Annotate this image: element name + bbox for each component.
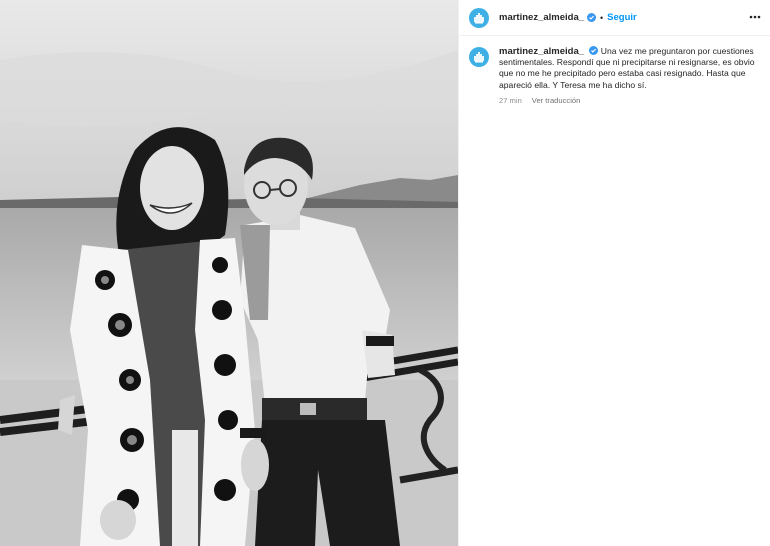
author-username[interactable]: martinez_almeida_ bbox=[499, 12, 584, 23]
couple-photo bbox=[0, 0, 458, 546]
verified-badge-icon bbox=[589, 46, 599, 55]
city-emblem-icon bbox=[474, 52, 484, 63]
post-header: martinez_almeida_ • Seguir bbox=[459, 0, 770, 36]
verified-badge-icon bbox=[587, 13, 597, 22]
caption-author-avatar[interactable] bbox=[469, 47, 489, 67]
more-options-icon[interactable] bbox=[749, 12, 761, 22]
post-timestamp: 27 min bbox=[499, 95, 522, 105]
header-separator: • bbox=[600, 12, 604, 23]
post-details-panel: martinez_almeida_ • Seguir martinez_alme… bbox=[458, 0, 770, 546]
caption-username[interactable]: martinez_almeida_ bbox=[499, 46, 584, 57]
post-photo[interactable] bbox=[0, 0, 458, 546]
see-translation-button[interactable]: Ver traducción bbox=[532, 95, 581, 106]
follow-button[interactable]: Seguir bbox=[607, 12, 637, 23]
caption-block: martinez_almeida_ Una vez me preguntaron… bbox=[459, 36, 770, 106]
caption-meta: 27 min Ver traducción bbox=[499, 95, 759, 106]
caption-content: martinez_almeida_ Una vez me preguntaron… bbox=[499, 46, 759, 106]
city-emblem-icon bbox=[474, 12, 484, 23]
author-avatar[interactable] bbox=[469, 7, 489, 28]
